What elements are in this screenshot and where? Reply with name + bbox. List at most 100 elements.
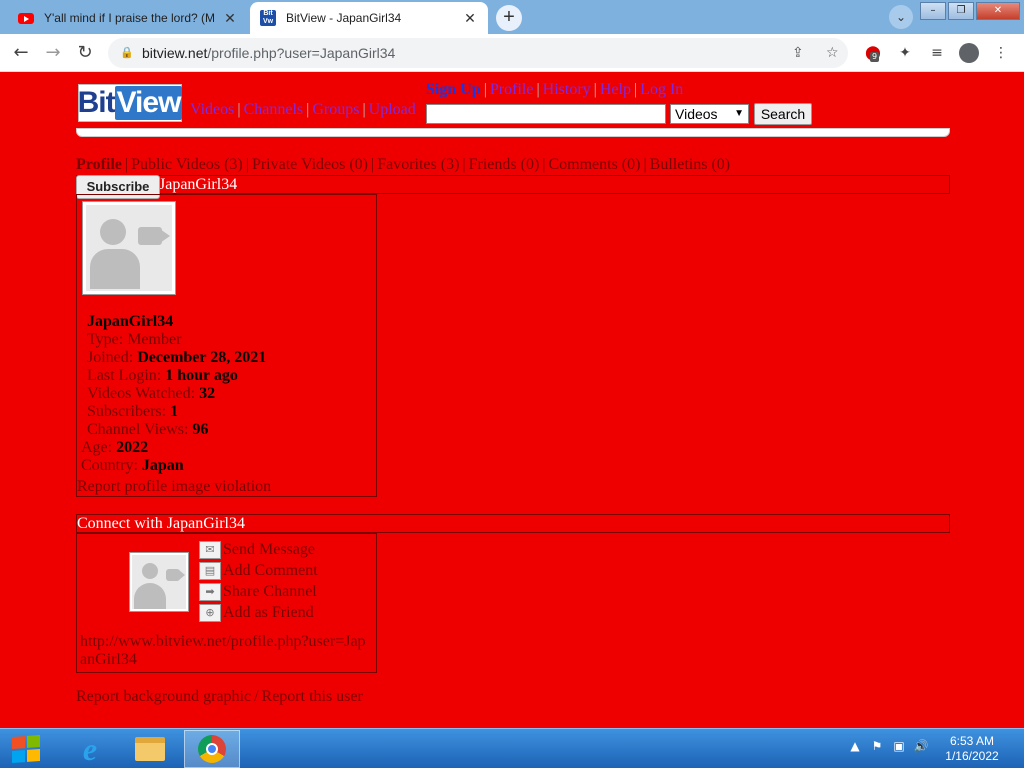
profile-tabs: Profile | Public Videos (3) | Private Videos… bbox=[76, 156, 731, 173]
tab-title: BitView - JapanGirl34 bbox=[286, 11, 402, 25]
bookmark-star-icon[interactable]: ☆ bbox=[826, 38, 839, 68]
comment-icon: ▤ bbox=[199, 561, 221, 580]
profile-subscribers: Subscribers: 1 bbox=[87, 403, 179, 420]
add-friend-link[interactable]: ⊕ Add as Friend bbox=[199, 602, 314, 623]
videos-link[interactable]: Videos bbox=[190, 101, 234, 118]
clock[interactable]: 6:53 AM 1/16/2022 bbox=[930, 734, 1014, 764]
profile-type: Type: Member bbox=[87, 331, 182, 348]
network-icon[interactable]: ▣ bbox=[888, 739, 910, 753]
profile-videos-watched: Videos Watched: 32 bbox=[87, 385, 216, 402]
profile-box-header: JapanGirl34 bbox=[76, 175, 950, 194]
taskbar: e ▲ ⚑ ▣ 🔊 6:53 AM 1/16/2022 bbox=[0, 728, 1024, 768]
tab-private-videos[interactable]: Private Videos (0) bbox=[252, 156, 368, 173]
share-arrow-icon: ➡ bbox=[199, 582, 221, 601]
login-link[interactable]: Log In bbox=[640, 81, 683, 98]
url-path: /profile.php?user=JapanGirl34 bbox=[207, 45, 396, 61]
avatar[interactable] bbox=[82, 201, 176, 295]
top-nav: Sign Up | Profile | History | Help | Log In bbox=[426, 81, 684, 98]
start-button[interactable] bbox=[6, 731, 46, 767]
extension-badge: 9 bbox=[870, 52, 880, 62]
tab-search-icon[interactable]: ⌄ bbox=[889, 5, 913, 29]
chrome-icon[interactable] bbox=[184, 730, 240, 768]
logo-bit: Bit bbox=[77, 86, 116, 119]
profile-box: JapanGirl34 Type: Member Joined: Decembe… bbox=[76, 194, 377, 497]
minimize-button[interactable]: – bbox=[920, 2, 946, 20]
file-explorer-icon[interactable] bbox=[122, 730, 178, 768]
chevron-down-icon: ▼ bbox=[734, 108, 744, 119]
report-image-link[interactable]: Report profile image violation bbox=[77, 478, 271, 496]
profile-header-name: JapanGirl34 bbox=[159, 176, 238, 193]
tab-friends[interactable]: Friends (0) bbox=[469, 156, 540, 173]
search-button[interactable]: Search bbox=[754, 103, 812, 125]
history-link[interactable]: History bbox=[543, 81, 591, 98]
help-link[interactable]: Help bbox=[600, 81, 631, 98]
clock-date: 1/16/2022 bbox=[945, 749, 999, 763]
menu-icon[interactable]: ⋮ bbox=[990, 42, 1012, 64]
new-tab-button[interactable]: + bbox=[496, 5, 522, 31]
share-channel-link[interactable]: ➡ Share Channel bbox=[199, 581, 317, 602]
upload-link[interactable]: Upload bbox=[369, 101, 416, 118]
connect-box: ✉ Send Message ▤ Add Comment ➡ Share Channe… bbox=[76, 533, 377, 673]
puzzle-icon[interactable]: ✦ bbox=[894, 42, 916, 64]
default-avatar-icon bbox=[132, 555, 186, 609]
close-icon[interactable]: ✕ bbox=[462, 10, 478, 27]
action-center-flag-icon[interactable]: ⚑ bbox=[866, 739, 888, 753]
browser-toolbar: ← → ↻ 🔒 bitview.net/profile.php?user=Jap… bbox=[0, 34, 1024, 72]
page: Bit View Sign Up | Profile | History | Help | Log… bbox=[0, 72, 1024, 728]
tab-comments[interactable]: Comments (0) bbox=[548, 156, 640, 173]
browser-tabstrip: Y'all mind if I praise the lord? (M ✕ Bi… bbox=[0, 0, 1024, 34]
profile-last-login: Last Login: 1 hour ago bbox=[87, 367, 238, 384]
groups-link[interactable]: Groups bbox=[312, 101, 359, 118]
default-avatar-icon bbox=[86, 205, 172, 291]
profile-link[interactable]: Profile bbox=[490, 81, 534, 98]
channel-url[interactable]: http://www.bitview.net/profile.php?user=… bbox=[80, 633, 370, 669]
tab-public-videos[interactable]: Public Videos (3) bbox=[131, 156, 243, 173]
back-icon[interactable]: ← bbox=[8, 40, 34, 66]
bitview-logo[interactable]: Bit View bbox=[77, 84, 183, 122]
main-nav: Videos | Channels | Groups | Upload bbox=[190, 101, 416, 118]
profile-username: JapanGirl34 bbox=[87, 313, 174, 330]
send-message-link[interactable]: ✉ Send Message bbox=[199, 539, 315, 560]
profile-joined: Joined: December 28, 2021 bbox=[87, 349, 267, 366]
media-icon[interactable]: ≡ bbox=[926, 42, 948, 64]
connect-box-header: Connect with JapanGirl34 bbox=[76, 514, 950, 533]
address-bar[interactable]: 🔒 bitview.net/profile.php?user=JapanGirl… bbox=[108, 38, 848, 68]
signup-link[interactable]: Sign Up bbox=[426, 81, 481, 98]
tab-youtube[interactable]: Y'all mind if I praise the lord? (M ✕ bbox=[8, 2, 248, 34]
forward-icon[interactable]: → bbox=[40, 40, 66, 66]
tab-profile[interactable]: Profile bbox=[76, 156, 122, 173]
share-icon[interactable]: ⇪ bbox=[792, 38, 804, 68]
avatar-small[interactable] bbox=[129, 552, 189, 612]
profile-age: Age: 2022 bbox=[81, 439, 149, 456]
search-input[interactable] bbox=[426, 104, 666, 124]
reload-icon[interactable]: ↻ bbox=[72, 40, 98, 66]
report-background-link[interactable]: Report background graphic bbox=[76, 688, 251, 705]
tab-bulletins[interactable]: Bulletins (0) bbox=[650, 156, 730, 173]
tab-bitview[interactable]: Bit Vw BitView - JapanGirl34 ✕ bbox=[250, 2, 488, 34]
add-comment-link[interactable]: ▤ Add Comment bbox=[199, 560, 318, 581]
clock-time: 6:53 AM bbox=[949, 734, 995, 748]
windows-logo-icon bbox=[12, 735, 40, 763]
report-user-link[interactable]: Report this user bbox=[262, 688, 363, 705]
envelope-icon: ✉ bbox=[199, 540, 221, 559]
maximize-button[interactable]: ❐ bbox=[948, 2, 974, 20]
channels-link[interactable]: Channels bbox=[244, 101, 304, 118]
system-tray: ▲ ⚑ ▣ 🔊 bbox=[844, 739, 932, 753]
extension-icon[interactable]: ⬤ 9 bbox=[862, 42, 884, 64]
search-type-select[interactable]: Videos ▼ bbox=[670, 104, 749, 124]
profile-channel-views: Channel Views: 96 bbox=[87, 421, 209, 438]
profile-country: Country: Japan bbox=[81, 457, 184, 474]
profile-avatar-icon[interactable] bbox=[958, 42, 980, 64]
tab-favorites[interactable]: Favorites (3) bbox=[377, 156, 459, 173]
header-divider bbox=[76, 128, 950, 137]
close-icon[interactable]: ✕ bbox=[222, 10, 238, 27]
window-close-button[interactable]: ✕ bbox=[976, 2, 1020, 20]
url-host: bitview.net bbox=[142, 45, 208, 61]
internet-explorer-icon[interactable]: e bbox=[62, 730, 118, 768]
add-friend-icon: ⊕ bbox=[199, 603, 221, 622]
youtube-icon bbox=[18, 10, 34, 26]
show-hidden-icons-icon[interactable]: ▲ bbox=[844, 739, 866, 753]
lock-icon: 🔒 bbox=[120, 47, 134, 59]
search-type-value: Videos bbox=[675, 106, 718, 122]
volume-icon[interactable]: 🔊 bbox=[910, 739, 932, 753]
